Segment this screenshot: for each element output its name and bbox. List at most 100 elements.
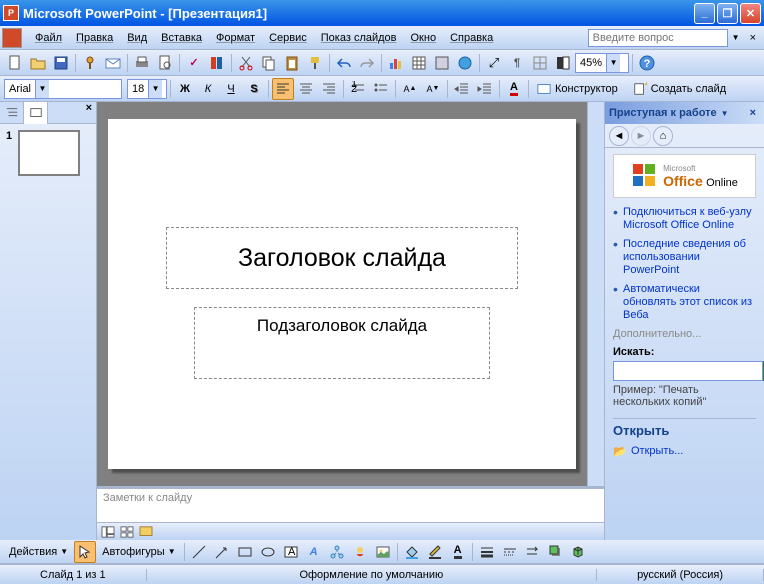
arrow-style-button[interactable]: [522, 541, 544, 563]
back-button[interactable]: ◄: [609, 126, 629, 146]
save-button[interactable]: [50, 52, 72, 74]
select-objects-button[interactable]: [74, 541, 96, 563]
size-combo[interactable]: 18▼: [127, 79, 167, 99]
decrease-font-button[interactable]: A▼: [422, 78, 444, 100]
numbering-button[interactable]: 12: [347, 78, 369, 100]
color-grayscale-button[interactable]: [552, 52, 574, 74]
help-search-input[interactable]: [588, 29, 728, 47]
subtitle-placeholder[interactable]: Подзаголовок слайда: [194, 307, 490, 379]
menu-tools[interactable]: Сервис: [262, 29, 314, 47]
open-button[interactable]: [27, 52, 49, 74]
font-color-button[interactable]: A: [503, 78, 525, 100]
bullets-button[interactable]: [370, 78, 392, 100]
paste-button[interactable]: [281, 52, 303, 74]
help-dropdown-icon[interactable]: ▼: [732, 33, 740, 42]
email-button[interactable]: [102, 52, 124, 74]
wordart-button[interactable]: A: [303, 541, 325, 563]
menu-window[interactable]: Окно: [404, 29, 444, 47]
underline-button[interactable]: Ч: [220, 78, 242, 100]
textbox-button[interactable]: A: [280, 541, 302, 563]
link-news[interactable]: Последние сведения об использовании Powe…: [623, 238, 756, 277]
redo-button[interactable]: [356, 52, 378, 74]
minimize-button[interactable]: _: [694, 3, 715, 24]
line-color-button[interactable]: [424, 541, 446, 563]
bold-button[interactable]: Ж: [174, 78, 196, 100]
normal-view-button[interactable]: [99, 524, 117, 540]
research-button[interactable]: [206, 52, 228, 74]
actions-menu[interactable]: Действия▼: [4, 541, 73, 563]
decrease-indent-button[interactable]: [451, 78, 473, 100]
picture-button[interactable]: [372, 541, 394, 563]
oval-button[interactable]: [257, 541, 279, 563]
maximize-button[interactable]: ❐: [717, 3, 738, 24]
permission-button[interactable]: [79, 52, 101, 74]
print-preview-button[interactable]: [154, 52, 176, 74]
insert-hyperlink-button[interactable]: [454, 52, 476, 74]
line-button[interactable]: [188, 541, 210, 563]
menu-view[interactable]: Вид: [120, 29, 154, 47]
undo-button[interactable]: [333, 52, 355, 74]
title-placeholder[interactable]: Заголовок слайда: [166, 227, 518, 289]
panel-close-button[interactable]: ×: [82, 102, 96, 123]
help-button[interactable]: ?: [636, 52, 658, 74]
slides-tab[interactable]: [24, 102, 48, 124]
arrow-button[interactable]: [211, 541, 233, 563]
print-button[interactable]: [131, 52, 153, 74]
menu-help[interactable]: Справка: [443, 29, 500, 47]
cut-button[interactable]: [235, 52, 257, 74]
show-grid-button[interactable]: [529, 52, 551, 74]
rectangle-button[interactable]: [234, 541, 256, 563]
menu-format[interactable]: Формат: [209, 29, 262, 47]
vertical-scrollbar[interactable]: [587, 102, 604, 486]
open-link[interactable]: Открыть...: [613, 442, 756, 460]
forward-button[interactable]: ►: [631, 126, 651, 146]
menu-insert[interactable]: Вставка: [154, 29, 209, 47]
taskpane-menu-icon[interactable]: ▼: [721, 109, 729, 118]
design-button[interactable]: Конструктор: [532, 78, 627, 100]
home-button[interactable]: ⌂: [653, 126, 673, 146]
new-button[interactable]: [4, 52, 26, 74]
3d-style-button[interactable]: [568, 541, 590, 563]
zoom-combo[interactable]: 45%▼: [575, 53, 629, 73]
doc-close-button[interactable]: ×: [744, 32, 762, 44]
line-style-button[interactable]: [476, 541, 498, 563]
menu-slideshow[interactable]: Показ слайдов: [314, 29, 404, 47]
clipart-button[interactable]: [349, 541, 371, 563]
spelling-button[interactable]: ✓: [183, 52, 205, 74]
align-left-button[interactable]: [272, 78, 294, 100]
slideshow-view-button[interactable]: [137, 524, 155, 540]
outline-tab[interactable]: [0, 102, 24, 124]
format-painter-button[interactable]: [304, 52, 326, 74]
slide-canvas[interactable]: Заголовок слайда Подзаголовок слайда: [108, 119, 576, 469]
increase-indent-button[interactable]: [474, 78, 496, 100]
menu-file[interactable]: Файл: [28, 29, 69, 47]
link-update[interactable]: Автоматически обновлять этот список из В…: [623, 283, 756, 322]
dash-style-button[interactable]: [499, 541, 521, 563]
insert-table-button[interactable]: [408, 52, 430, 74]
font-combo[interactable]: Arial▼: [4, 79, 122, 99]
taskpane-close-button[interactable]: ×: [746, 107, 760, 119]
copy-button[interactable]: [258, 52, 280, 74]
menu-edit[interactable]: Правка: [69, 29, 120, 47]
system-menu-icon[interactable]: [2, 28, 22, 48]
new-slide-button[interactable]: ✦Создать слайд: [628, 78, 735, 100]
autoshapes-menu[interactable]: Автофигуры▼: [97, 541, 181, 563]
tables-borders-button[interactable]: [431, 52, 453, 74]
show-formatting-button[interactable]: ¶: [506, 52, 528, 74]
expand-all-button[interactable]: ⤢: [483, 52, 505, 74]
italic-button[interactable]: К: [197, 78, 219, 100]
close-button[interactable]: ✕: [740, 3, 761, 24]
shadow-style-button[interactable]: [545, 541, 567, 563]
increase-font-button[interactable]: A▲: [399, 78, 421, 100]
link-connect[interactable]: Подключиться к веб-узлу Microsoft Office…: [623, 206, 756, 232]
diagram-button[interactable]: [326, 541, 348, 563]
align-right-button[interactable]: [318, 78, 340, 100]
more-link[interactable]: Дополнительно...: [613, 328, 756, 340]
fill-color-button[interactable]: [401, 541, 423, 563]
sorter-view-button[interactable]: [118, 524, 136, 540]
search-input[interactable]: [613, 361, 763, 381]
insert-chart-button[interactable]: [385, 52, 407, 74]
slide-thumbnail[interactable]: [18, 130, 80, 176]
align-center-button[interactable]: [295, 78, 317, 100]
shadow-button[interactable]: S: [243, 78, 265, 100]
